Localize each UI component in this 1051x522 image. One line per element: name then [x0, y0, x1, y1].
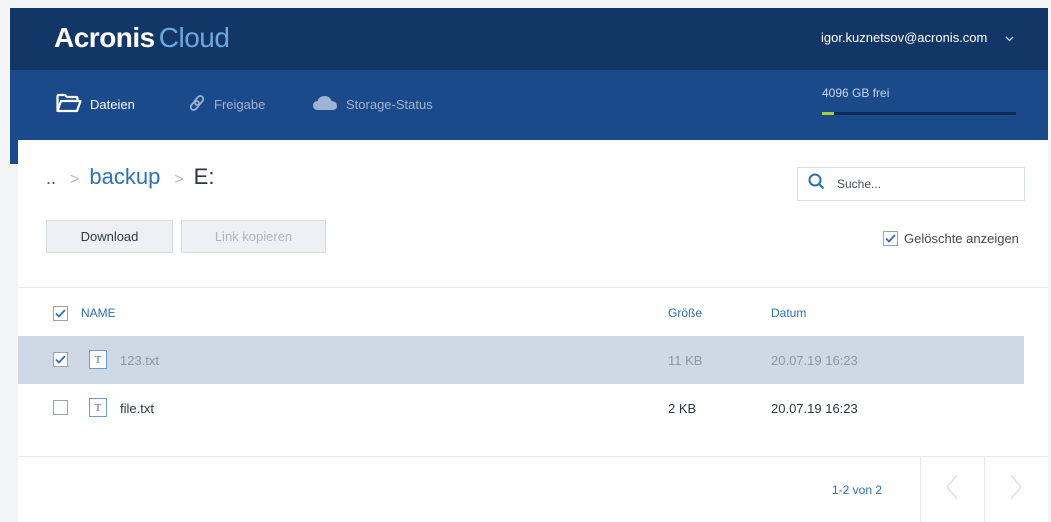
storage-free-text: 4096 GB frei [822, 86, 890, 100]
chevron-down-icon [1005, 34, 1014, 45]
chevron-right-icon: > [174, 171, 184, 188]
tab-dateien[interactable]: Dateien [56, 93, 135, 115]
show-deleted-toggle[interactable]: Gelöschte anzeigen [883, 231, 1019, 246]
chevron-left-icon [945, 474, 959, 505]
logo-product: Cloud [158, 22, 230, 53]
user-email: igor.kuznetsov@acronis.com [820, 30, 988, 45]
file-name[interactable]: 123.txt [120, 353, 159, 368]
row-checkbox[interactable] [53, 352, 68, 367]
table-row[interactable]: T file.txt 2 KB 20.07.19 16:23 [18, 384, 1024, 432]
logo-brand: Acronis [54, 22, 155, 53]
acronis-cloud-logo[interactable]: Acronis Cloud [54, 22, 230, 54]
text-file-icon: T [89, 350, 107, 369]
cloud-icon [312, 94, 338, 115]
tab-freigabe[interactable]: Freigabe [188, 93, 265, 115]
text-file-icon: T [89, 398, 107, 417]
chevron-right-icon [1009, 474, 1023, 505]
select-all-checkbox[interactable] [53, 306, 68, 321]
previous-page-button[interactable] [920, 456, 983, 522]
table-header: NAME Größe Datum [18, 292, 1048, 336]
tab-dateien-label: Dateien [90, 96, 135, 112]
storage-usage-bar [822, 112, 1016, 115]
file-browser-panel: .. > backup > E: Download Link kopieren … [18, 140, 1048, 522]
file-size: 2 KB [668, 401, 697, 416]
tab-storage-status[interactable]: Storage-Status [312, 93, 433, 115]
tab-freigabe-label: Freigabe [214, 96, 266, 112]
breadcrumb: .. > backup > E: [46, 164, 214, 190]
user-menu[interactable]: igor.kuznetsov@acronis.com [821, 30, 1014, 45]
search-icon [798, 173, 825, 195]
search-box[interactable] [797, 167, 1025, 201]
search-input[interactable] [837, 177, 997, 191]
folder-icon [56, 93, 82, 116]
show-deleted-label: Gelöschte anzeigen [904, 231, 1019, 246]
column-header-date[interactable]: Datum [771, 306, 806, 320]
pagination-text: 1-2 von 2 [832, 483, 883, 497]
download-button[interactable]: Download [46, 220, 173, 253]
breadcrumb-backup[interactable]: backup [89, 164, 160, 190]
file-date: 20.07.19 16:23 [771, 353, 858, 368]
file-name[interactable]: file.txt [120, 401, 154, 416]
file-size: 11 KB [668, 353, 703, 368]
column-header-size[interactable]: Größe [668, 306, 702, 320]
top-bar: Acronis Cloud igor.kuznetsov@acronis.com [10, 8, 1048, 70]
breadcrumb-current: E: [193, 164, 215, 189]
storage-usage-fill [822, 112, 834, 115]
copy-link-button[interactable]: Link kopieren [181, 220, 326, 253]
tab-storage-status-label: Storage-Status [346, 96, 433, 112]
next-page-button[interactable] [984, 456, 1047, 522]
column-header-name[interactable]: NAME [81, 306, 116, 320]
row-checkbox[interactable] [53, 400, 68, 415]
show-deleted-checkbox[interactable] [883, 231, 898, 246]
divider [18, 287, 1048, 288]
table-row[interactable]: T 123.txt 11 KB 20.07.19 16:23 [18, 336, 1024, 384]
link-icon [188, 94, 206, 115]
breadcrumb-up[interactable]: .. [46, 168, 56, 189]
chevron-right-icon: > [70, 171, 80, 188]
divider [18, 456, 1048, 457]
file-date: 20.07.19 16:23 [771, 401, 858, 416]
